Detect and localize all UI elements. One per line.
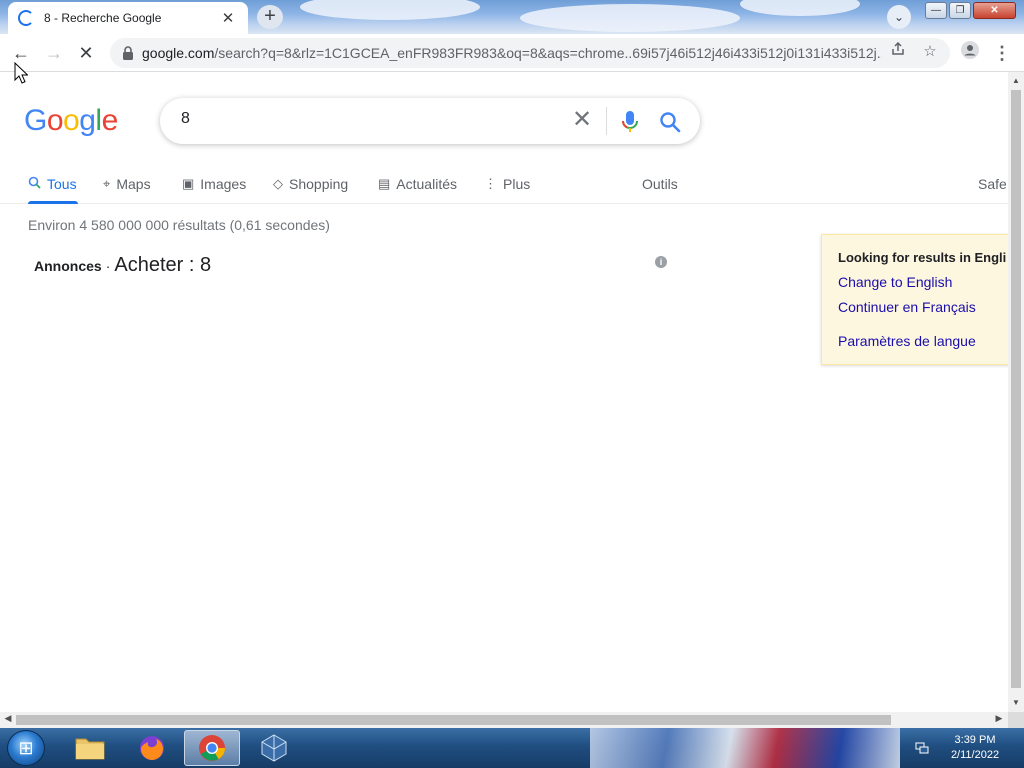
wallpaper-cloud (520, 4, 740, 32)
language-settings-link[interactable]: Paramètres de langue (838, 333, 1008, 349)
tab-search-chevron-icon[interactable]: ⌄ (887, 5, 911, 29)
firefox-icon[interactable] (124, 730, 180, 766)
wallpaper-cloud (300, 0, 480, 20)
tab-title: 8 - Recherche Google (44, 11, 162, 25)
file-explorer-icon[interactable] (62, 730, 118, 766)
tab-images[interactable]: ▣ Images (182, 173, 246, 195)
windows-taskbar: ⊞ 3:39 PM 2/11/2022 (0, 728, 1024, 768)
ads-label: Annonces (34, 258, 102, 274)
search-divider (606, 107, 607, 135)
search-tabs: Tous ⌖ Maps ▣ Images ◇ Shopping ▤ Actual… (0, 168, 1008, 204)
horizontal-scroll-thumb[interactable] (16, 715, 891, 725)
change-to-english-link[interactable]: Change to English (838, 274, 1008, 290)
wallpaper-cloud (740, 0, 860, 16)
stop-loading-button[interactable]: ✕ (74, 41, 98, 65)
url-host: google.com (142, 45, 215, 61)
news-icon: ▤ (378, 176, 391, 191)
scroll-down-arrow-icon[interactable]: ▼ (1008, 698, 1024, 707)
vertical-scroll-thumb[interactable] (1011, 90, 1021, 688)
address-bar[interactable]: google.com/search?q=8&rlz=1C1GCEA_enFR98… (110, 38, 950, 68)
ads-title: Acheter : 8 (114, 254, 212, 276)
tab-news[interactable]: ▤ Actualités (378, 173, 457, 195)
microphone-icon[interactable] (620, 110, 640, 134)
tab-label: Plus (503, 176, 531, 192)
tab-label: Tous (47, 176, 77, 192)
system-clock[interactable]: 3:39 PM 2/11/2022 (930, 733, 1020, 763)
loading-spinner-icon (18, 10, 34, 26)
url-path: /search?q=8&rlz=1C1GCEA_enFR983FR983&oq=… (214, 45, 882, 61)
logo-letter: g (79, 104, 96, 137)
info-icon[interactable]: i (655, 256, 667, 268)
ads-separator: · (105, 258, 111, 274)
logo-letter: o (63, 104, 80, 137)
window-controls: — ❐ ✕ (925, 2, 1018, 19)
tag-icon: ◇ (273, 176, 283, 191)
lock-icon (123, 46, 133, 60)
tab-all[interactable]: Tous (28, 173, 77, 195)
active-tab-indicator (28, 201, 78, 204)
map-pin-icon: ⌖ (103, 176, 111, 191)
network-tray-icon[interactable] (915, 740, 929, 757)
scrollbar-corner (1008, 712, 1024, 728)
minimize-button[interactable]: — (925, 2, 947, 19)
continue-french-link[interactable]: Continuer en Français (838, 299, 1008, 315)
clock-date: 2/11/2022 (950, 749, 1000, 761)
bookmark-star-icon[interactable]: ☆ (919, 42, 941, 60)
tab-more[interactable]: ⋮ Plus (484, 173, 530, 195)
tab-shopping[interactable]: ◇ Shopping (273, 173, 348, 195)
clear-search-icon[interactable]: ✕ (570, 108, 594, 132)
chrome-icon[interactable] (184, 730, 240, 766)
clock-time: 3:39 PM (954, 734, 996, 746)
logo-letter: G (24, 104, 47, 137)
share-icon[interactable] (887, 41, 909, 60)
more-vert-icon: ⋮ (484, 176, 497, 191)
tab-label: Shopping (289, 176, 349, 192)
logo-letter: o (46, 104, 64, 137)
chrome-menu-icon[interactable]: ⋮ (990, 41, 1014, 65)
start-button[interactable]: ⊞ (7, 730, 45, 766)
new-tab-button[interactable]: + (257, 5, 283, 29)
google-logo[interactable]: Google (24, 104, 118, 138)
search-icon[interactable] (658, 110, 682, 134)
tab-close-icon[interactable]: ✕ (218, 9, 238, 27)
vertical-scrollbar[interactable]: ▲ ▼ (1008, 72, 1024, 712)
safesearch-button[interactable]: Safe (978, 173, 1007, 195)
tab-label: Maps (116, 176, 151, 192)
tab-maps[interactable]: ⌖ Maps (103, 173, 151, 195)
browser-toolbar: ← → ✕ google.com/search?q=8&rlz=1C1GCEA_… (0, 34, 1024, 72)
scroll-left-arrow-icon[interactable]: ◀ (2, 713, 14, 724)
image-icon: ▣ (182, 176, 195, 191)
forward-button[interactable]: → (42, 41, 66, 65)
tools-button[interactable]: Outils (642, 173, 678, 195)
url-text[interactable]: google.com/search?q=8&rlz=1C1GCEA_enFR98… (142, 45, 882, 61)
scroll-right-arrow-icon[interactable]: ▶ (993, 713, 1005, 724)
profile-avatar-icon[interactable] (958, 41, 982, 65)
search-box[interactable]: 8 ✕ (160, 98, 700, 144)
tab-label: Actualités (396, 176, 457, 192)
search-input[interactable]: 8 (181, 110, 190, 128)
horizontal-scrollbar[interactable]: ◀ ▶ (0, 712, 1008, 728)
result-stats: Environ 4 580 000 000 résultats (0,61 se… (28, 217, 330, 233)
google-results-page: Google 8 ✕ Tous ⌖ Maps ▣ Images ◇ Shoppi… (0, 72, 1008, 712)
language-box-heading: Looking for results in Engli (838, 250, 1007, 265)
wallpaper-strip (590, 728, 900, 768)
search-icon (28, 176, 41, 192)
maximize-button[interactable]: ❐ (949, 2, 971, 19)
scroll-up-arrow-icon[interactable]: ▲ (1008, 76, 1024, 85)
tab-label: Images (200, 176, 247, 192)
logo-letter: e (101, 104, 119, 137)
virtualbox-icon[interactable] (246, 730, 302, 766)
ads-header: Annonces · Acheter : 8 (34, 254, 211, 277)
browser-titlebar: 8 - Recherche Google ✕ + ⌄ — ❐ ✕ (0, 0, 1024, 34)
close-window-button[interactable]: ✕ (973, 2, 1016, 19)
language-suggestion-box: Looking for results in Engli Change to E… (821, 234, 1008, 365)
mouse-cursor-icon (14, 62, 28, 84)
browser-tab-active[interactable]: 8 - Recherche Google ✕ (8, 2, 248, 34)
